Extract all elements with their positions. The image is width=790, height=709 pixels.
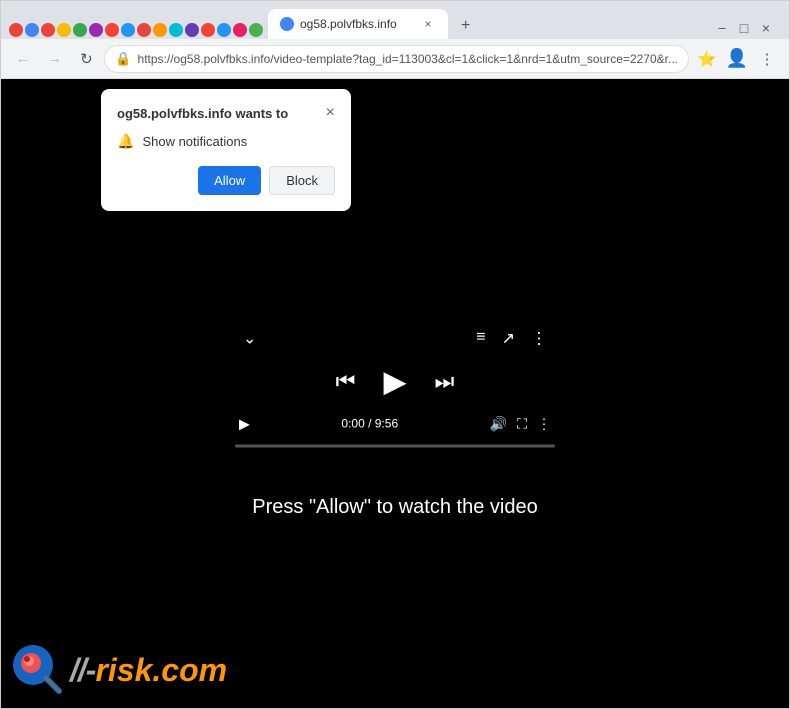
pcrisk-logo-icon: [11, 643, 66, 698]
active-tab-favicon: [280, 17, 294, 31]
content-area: og58.polvfbks.info wants to × 🔔 Show not…: [1, 79, 789, 708]
player-main-controls: ⏮ ▶ ⏭: [336, 364, 455, 399]
toolbar-icons: ⭐ 👤 ⋮: [693, 45, 781, 73]
tab-favicon-10: [153, 23, 167, 37]
refresh-button[interactable]: ↻: [73, 45, 101, 73]
allow-button[interactable]: Allow: [198, 166, 261, 195]
popup-buttons: Allow Block: [117, 166, 335, 195]
player-time-total: 9:56: [375, 417, 398, 431]
tab-bar: og58.polvfbks.info × + − □ ×: [1, 1, 789, 39]
forward-button[interactable]: →: [41, 45, 69, 73]
bookmark-button[interactable]: ⭐: [693, 45, 721, 73]
player-playlist-icon[interactable]: ≡: [476, 328, 485, 348]
menu-button[interactable]: ⋮: [753, 45, 781, 73]
popup-close-button[interactable]: ×: [326, 105, 335, 121]
notification-popup: og58.polvfbks.info wants to × 🔔 Show not…: [101, 89, 351, 211]
bell-icon: 🔔: [117, 133, 134, 150]
window-controls: − □ ×: [707, 21, 781, 39]
tab-favicon-16: [249, 23, 263, 37]
player-more-icon[interactable]: ⋮: [531, 328, 547, 348]
player-collapse-icon[interactable]: ⌄: [243, 328, 256, 348]
popup-header: og58.polvfbks.info wants to ×: [117, 105, 335, 121]
video-player: ⌄ ≡ ↗ ⋮ ⏮ ▶ ⏭ ▶ 0:00 / 9:56: [235, 328, 555, 447]
back-button[interactable]: ←: [9, 45, 37, 73]
toolbar: ← → ↻ 🔒 https://og58.polvfbks.info/video…: [1, 39, 789, 79]
popup-site-name: og58.polvfbks.info wants to: [117, 106, 288, 121]
tab-favicon-4: [57, 23, 71, 37]
tab-favicon-8: [121, 23, 135, 37]
player-prev-button[interactable]: ⏮: [336, 369, 356, 395]
close-window-button[interactable]: ×: [759, 21, 773, 35]
notification-label-text: Show notifications: [142, 134, 247, 149]
player-time-sep: /: [368, 417, 375, 431]
player-next-button[interactable]: ⏭: [435, 369, 455, 395]
active-tab[interactable]: og58.polvfbks.info ×: [268, 9, 448, 39]
player-progress-row: ▶ 0:00 / 9:56 🔊 ⛶ ⋮: [235, 415, 555, 432]
tab-favicon-14: [217, 23, 231, 37]
tab-favicon-13: [201, 23, 215, 37]
tab-favicon-2: [25, 23, 39, 37]
player-play-button[interactable]: ▶: [383, 364, 406, 399]
address-text: https://og58.polvfbks.info/video-templat…: [138, 52, 678, 66]
tab-favicon-1: [9, 23, 23, 37]
player-share-icon[interactable]: ↗: [502, 328, 515, 348]
player-time-current: 0:00: [341, 417, 364, 431]
player-volume-icon[interactable]: 🔊: [490, 415, 507, 432]
address-bar[interactable]: 🔒 https://og58.polvfbks.info/video-templ…: [104, 45, 689, 73]
tab-favicon-7: [105, 23, 119, 37]
pcrisk-text-logo: //- risk.com: [70, 652, 227, 689]
player-time: 0:00 / 9:56: [341, 417, 398, 431]
player-small-icons: 🔊 ⛶ ⋮: [490, 415, 551, 432]
minimize-button[interactable]: −: [715, 21, 729, 35]
pcrisk-text-orange: risk.com: [95, 652, 227, 689]
player-settings-icon[interactable]: ⋮: [537, 415, 551, 432]
block-button[interactable]: Block: [269, 166, 335, 195]
tab-favicon-12: [185, 23, 199, 37]
browser-window: og58.polvfbks.info × + − □ × ← → ↻ 🔒 htt…: [0, 0, 790, 709]
tab-favicon-15: [233, 23, 247, 37]
profile-button[interactable]: 👤: [723, 45, 751, 73]
pcrisk-logo: //- risk.com: [11, 643, 227, 698]
pcrisk-text-gray: //-: [70, 652, 95, 689]
tab-favicon-5: [73, 23, 87, 37]
tab-favicon-6: [89, 23, 103, 37]
tab-close-button[interactable]: ×: [420, 16, 436, 32]
popup-notification-row: 🔔 Show notifications: [117, 133, 335, 150]
maximize-button[interactable]: □: [737, 21, 751, 35]
player-play-small[interactable]: ▶: [239, 415, 250, 432]
player-progress-bar[interactable]: [235, 444, 555, 447]
tab-favicon-9: [137, 23, 151, 37]
address-lock-icon: 🔒: [115, 51, 131, 67]
tab-favicon-3: [41, 23, 55, 37]
player-top-right-icons: ≡ ↗ ⋮: [476, 328, 547, 348]
player-fullscreen-icon[interactable]: ⛶: [517, 415, 527, 432]
active-tab-title: og58.polvfbks.info: [300, 17, 414, 31]
press-allow-text: Press "Allow" to watch the video: [252, 496, 537, 519]
new-tab-button[interactable]: +: [453, 13, 478, 39]
player-top-controls: ⌄ ≡ ↗ ⋮: [235, 328, 555, 348]
tab-favicon-11: [169, 23, 183, 37]
